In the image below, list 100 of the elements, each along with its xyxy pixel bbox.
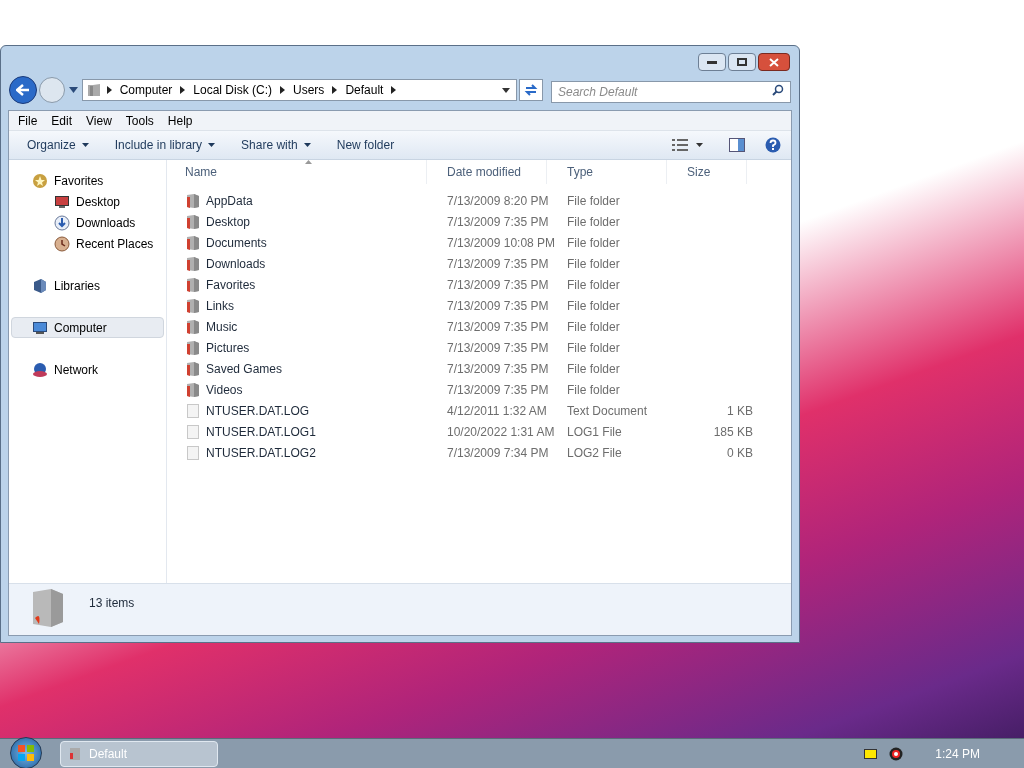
nav-item[interactable]: Computer	[11, 317, 164, 338]
folder-icon	[185, 297, 201, 314]
type-cell-text: File folder	[567, 276, 621, 294]
caret-icon	[303, 143, 311, 147]
folder-icon	[185, 255, 201, 272]
speaker-icon[interactable]	[889, 746, 904, 761]
chevron-right-icon[interactable]	[180, 86, 186, 94]
file-name[interactable]: Music	[206, 317, 238, 336]
file-name[interactable]: Favorites	[206, 275, 256, 294]
toolbar-button[interactable]: Include in library	[102, 133, 228, 157]
folder-icon	[69, 746, 81, 761]
file-name[interactable]: Videos	[206, 380, 243, 399]
date-cell-text: 7/13/2009 10:08 PM	[447, 234, 557, 252]
date-cell-text: 7/13/2009 7:35 PM	[447, 318, 550, 336]
type-cell-text: File folder	[567, 381, 621, 399]
start-button[interactable]	[10, 736, 42, 768]
date-cell-text: 7/13/2009 7:35 PM	[447, 339, 550, 357]
help-button[interactable]	[765, 137, 781, 153]
type-cell-text: File folder	[567, 318, 621, 336]
file-name[interactable]: NTUSER.DAT.LOG	[206, 401, 310, 420]
file-name[interactable]: Desktop	[206, 212, 251, 231]
menu-item[interactable]: File	[11, 111, 45, 130]
breadcrumb[interactable]: Users	[293, 81, 325, 99]
column-header[interactable]: Size	[667, 160, 747, 184]
minimize-icon	[707, 60, 717, 64]
chevron-right-icon[interactable]	[280, 86, 286, 94]
back-button[interactable]	[9, 76, 37, 104]
preview-pane-button[interactable]	[729, 138, 745, 152]
download-icon	[54, 214, 70, 231]
menu-item[interactable]: Help	[160, 111, 200, 130]
column-header[interactable]: Date modified	[427, 160, 547, 184]
breadcrumb[interactable]: Default	[345, 81, 384, 99]
toolbar-button[interactable]: Organize	[15, 133, 101, 157]
nav-item[interactable]: Recent Places	[11, 233, 164, 254]
size-cell-text: 0 KB	[726, 444, 753, 462]
item-count-text: 13 items	[89, 595, 135, 612]
minimize-button[interactable]	[698, 53, 726, 71]
chevron-right-icon[interactable]	[332, 86, 338, 94]
chevron-right-icon[interactable]	[106, 86, 112, 94]
history-dropdown-icon	[68, 87, 78, 93]
recent-icon	[54, 235, 70, 252]
file-icon	[185, 423, 201, 440]
type-cell-text: File folder	[567, 255, 621, 273]
type-cell-text: File folder	[567, 297, 621, 315]
folder-icon	[185, 339, 201, 356]
file-name[interactable]: Downloads	[206, 254, 266, 273]
file-name[interactable]: Links	[206, 296, 234, 315]
type-cell-text: LOG1 File	[567, 423, 623, 441]
help-icon	[765, 137, 781, 153]
file-name[interactable]: NTUSER.DAT.LOG2	[206, 443, 316, 462]
file-name[interactable]: Pictures	[206, 338, 250, 357]
breadcrumb[interactable]: Computer	[119, 81, 173, 99]
nav-item[interactable]: Network	[11, 359, 164, 380]
folder-icon	[185, 381, 201, 398]
nav-item[interactable]: Downloads	[11, 212, 164, 233]
date-cell-text: 7/13/2009 7:34 PM	[447, 444, 550, 462]
close-button[interactable]	[758, 53, 790, 71]
file-name[interactable]: Saved Games	[206, 359, 283, 378]
address-dropdown-icon	[502, 87, 511, 93]
file-name[interactable]: NTUSER.DAT.LOG1	[206, 422, 316, 441]
date-cell-text: 7/13/2009 7:35 PM	[447, 276, 550, 294]
date-cell-text: 7/13/2009 8:20 PM	[447, 192, 550, 210]
folder-icon	[185, 213, 201, 230]
type-cell-text: File folder	[567, 234, 621, 252]
maximize-button[interactable]	[728, 53, 756, 71]
nav-item[interactable]: Libraries	[11, 275, 164, 296]
folder-icon	[185, 234, 201, 251]
chevron-right-icon[interactable]	[391, 86, 397, 94]
size-cell-text: 185 KB	[712, 423, 753, 441]
toolbar-button[interactable]: Share with	[229, 133, 323, 157]
type-cell-text: File folder	[567, 192, 621, 210]
nav-item[interactable]: Desktop	[11, 191, 164, 212]
column-header[interactable]: Type	[547, 160, 667, 184]
toolbar-button[interactable]: New folder	[324, 133, 407, 157]
menu-item[interactable]: View	[79, 111, 119, 130]
computer-icon	[32, 319, 48, 336]
date-cell-text: 7/13/2009 7:35 PM	[447, 297, 550, 315]
file-name[interactable]: AppData	[206, 191, 253, 210]
type-cell-text: File folder	[567, 213, 621, 231]
address-bar[interactable]: Computer Local Disk (C:) Users Default	[81, 79, 518, 101]
file-name[interactable]: Documents	[206, 233, 267, 252]
view-options-button[interactable]	[672, 139, 703, 151]
folder-icon	[86, 83, 101, 97]
menu-item[interactable]: Edit	[44, 111, 80, 130]
star-icon	[32, 172, 48, 189]
nav-item[interactable]: Favorites	[11, 170, 164, 191]
type-cell-text: LOG2 File	[567, 444, 623, 462]
search-icon	[772, 84, 784, 96]
back-arrow-icon	[15, 84, 30, 96]
refresh-button[interactable]	[519, 79, 543, 101]
desktop-icon	[54, 193, 70, 210]
preview-pane-icon	[729, 138, 745, 152]
menu-item[interactable]: Tools	[118, 111, 161, 130]
date-cell-text: 7/13/2009 7:35 PM	[447, 255, 550, 273]
network-icon	[32, 361, 48, 378]
folder-icon	[185, 276, 201, 293]
search-field[interactable]: Search Default	[551, 81, 791, 103]
notification-flag-icon[interactable]	[864, 748, 878, 759]
column-header[interactable]: Name	[167, 160, 427, 184]
breadcrumb[interactable]: Local Disk (C:)	[193, 81, 273, 99]
